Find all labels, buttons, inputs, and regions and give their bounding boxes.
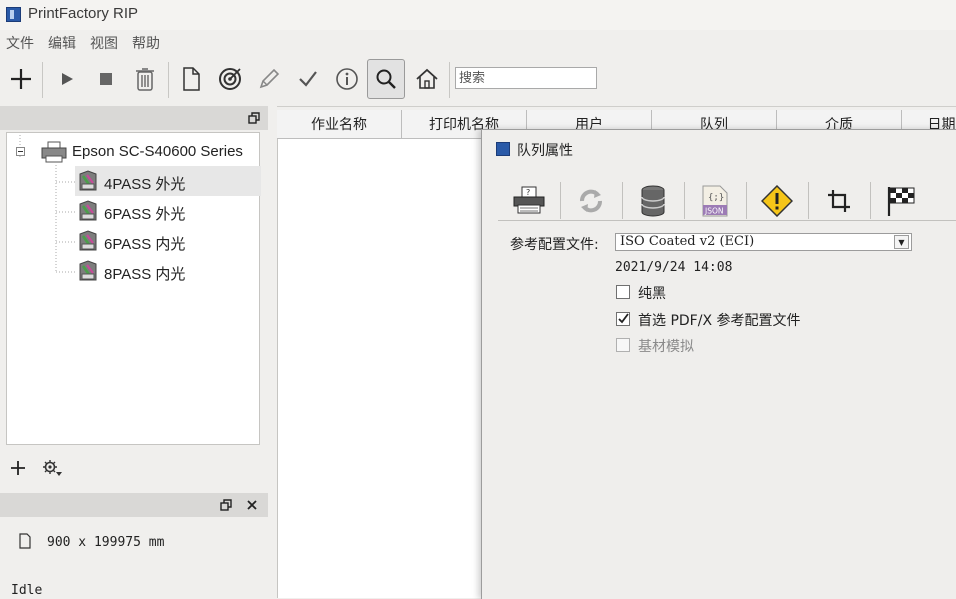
svg-text:?: ? [526,188,530,197]
new-document-button[interactable] [172,59,210,99]
play-button[interactable] [48,59,86,99]
stop-icon [100,73,112,85]
queue-icon [79,260,97,281]
title-bar: PrintFactory RIP [0,0,956,30]
collapse-toggle[interactable] [16,147,25,156]
printer-name[interactable]: Epson SC-S40600 Series [72,143,243,160]
tab-finish[interactable] [870,182,932,219]
queue-status: Idle [11,583,43,598]
queue-item-6pass-outer[interactable]: 6PASS 外光 [104,203,185,224]
media-size: 900 x 199975 mm [47,535,165,550]
float-info-panel-button[interactable] [216,495,236,515]
home-button[interactable] [408,59,446,99]
queue-item-6pass-inner[interactable]: 6PASS 内光 [104,233,185,254]
add-icon [11,461,25,475]
queue-tree: Epson SC-S40600 Series 4PASS 外光 6PASS 外光… [6,132,261,445]
delete-button[interactable] [126,59,164,99]
queue-item-4pass-outer[interactable]: 4PASS 外光 [104,173,185,194]
stop-button[interactable] [87,59,125,99]
database-icon [641,185,665,216]
pure-black-label: 纯黑 [638,286,666,302]
add-queue-button[interactable] [8,458,28,478]
json-icon: {;} JSON [702,185,728,216]
add-button[interactable] [2,59,40,99]
checkmark-icon [299,71,317,87]
tab-warnings[interactable] [746,182,809,219]
queue-item-8pass-inner[interactable]: 8PASS 内光 [104,263,185,284]
warning-icon [761,184,793,217]
queue-settings-button[interactable] [42,458,62,478]
tab-database[interactable] [622,182,685,219]
target-icon [219,68,241,90]
search-icon [376,69,396,89]
prefer-pdfx-checkbox[interactable] [616,312,630,326]
document-icon [19,533,31,549]
checkered-flag-icon [887,186,915,216]
search-input[interactable] [455,67,597,89]
app-logo-icon [6,7,21,22]
app-logo-icon [496,142,510,156]
refresh-icon [580,189,602,212]
queue-properties-dialog: 队列属性 ? {;} JSON 参考配置文件: ISO Coated v2 (E… [481,129,956,599]
panel-splitter[interactable] [268,106,277,598]
info-panel-header [0,493,268,517]
profile-select-value: ISO Coated v2 (ECI) [620,234,755,249]
printer-settings-icon: ? [513,186,545,213]
menu-view[interactable]: 视图 [90,33,118,53]
add-icon [11,69,31,89]
substrate-simulation-label: 基材模拟 [638,339,694,355]
queue-panel-header [0,106,268,130]
chevron-down-icon[interactable]: ▼ [894,235,909,249]
substrate-simulation-checkbox[interactable] [616,338,630,352]
check-button[interactable] [289,59,327,99]
float-panel-button[interactable] [244,108,264,128]
close-icon [247,500,257,510]
printer-icon [41,141,67,163]
svg-text:{;}: {;} [708,193,724,203]
edit-button[interactable] [250,59,288,99]
trash-icon [136,68,154,91]
document-icon [183,67,200,91]
menu-file[interactable]: 文件 [6,33,34,53]
tab-crop[interactable] [808,182,871,219]
json-tab-label: JSON [704,206,724,215]
checkmark-icon [618,313,629,324]
pencil-icon [259,68,280,89]
tab-json[interactable]: {;} JSON [684,182,747,219]
search-button[interactable] [367,59,405,99]
pure-black-checkbox[interactable] [616,285,630,299]
restore-window-icon [220,499,232,511]
tab-printer-settings[interactable]: ? [498,182,561,219]
prefer-pdfx-label: 首选 PDF/X 参考配置文件 [638,313,801,329]
app-title: PrintFactory RIP [28,5,139,22]
dialog-title-bar: 队列属性 [482,130,956,167]
home-icon [416,68,438,89]
queue-icon [79,200,97,221]
queue-icon [79,170,97,191]
dialog-tab-bar: ? {;} JSON [498,182,956,220]
gear-dropdown-icon [43,460,62,476]
info-icon [336,68,358,90]
column-job-name[interactable]: 作业名称 [277,110,402,138]
profile-label: 参考配置文件: [510,237,599,253]
tab-refresh[interactable] [560,182,623,219]
info-button[interactable] [328,59,366,99]
dialog-title: 队列属性 [517,143,573,159]
close-info-panel-button[interactable] [242,495,262,515]
tab-divider [498,220,956,221]
menu-edit[interactable]: 编辑 [48,33,76,53]
profile-date: 2021/9/24 14:08 [615,260,733,275]
menu-bar: 文件 编辑 视图 帮助 [0,30,956,54]
play-icon [62,73,73,85]
queue-icon [79,230,97,251]
target-button[interactable] [211,59,249,99]
menu-help[interactable]: 帮助 [132,33,160,53]
profile-select[interactable]: ISO Coated v2 (ECI) ▼ [615,233,912,251]
restore-window-icon [248,112,260,124]
crop-icon [828,189,850,212]
